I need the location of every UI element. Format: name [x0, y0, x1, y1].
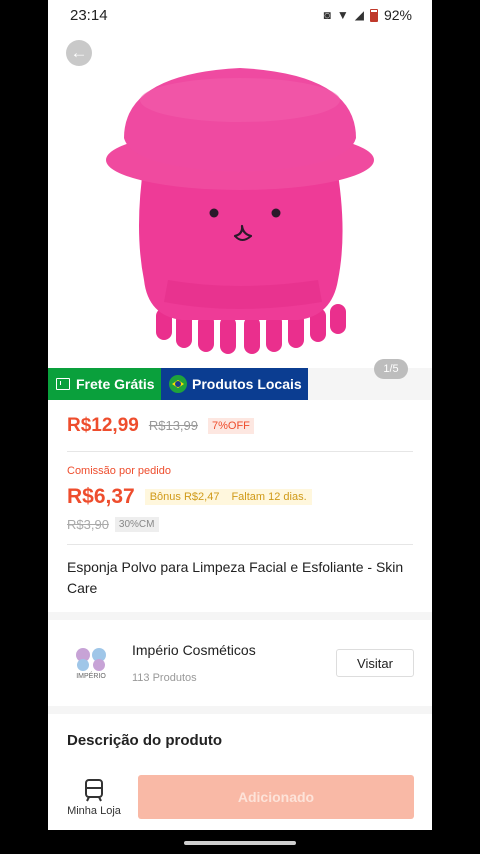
store-icon	[85, 778, 103, 801]
home-gesture-handle[interactable]	[184, 841, 296, 845]
commission-rate-row: R$3,90 30%CM	[67, 517, 413, 545]
my-store-tab[interactable]: Minha Loja	[66, 778, 122, 817]
product-image[interactable]: ← 1/5	[48, 30, 432, 379]
product-photo	[106, 68, 374, 354]
added-button[interactable]: Adicionado	[138, 775, 414, 819]
image-counter: 1/5	[374, 359, 408, 379]
wifi-icon: ▼	[336, 8, 349, 22]
bonus-chip: Bônus R$2,47 Faltam 12 dias.	[144, 489, 312, 505]
bonus-value: Bônus R$2,47	[149, 491, 220, 503]
status-bar: 23:14 ◙ ▼ ◢ 92%	[48, 0, 432, 30]
battery-icon	[369, 8, 378, 22]
discount-badge: 7%OFF	[208, 417, 254, 434]
store-product-count: 113 Produtos	[132, 672, 197, 684]
status-icons: ◙ ▼ ◢ 92%	[324, 7, 412, 23]
status-time: 23:14	[70, 6, 108, 24]
current-price: R$12,99	[67, 414, 139, 436]
bottom-action-bar: Minha Loja Adicionado	[48, 764, 432, 830]
product-title: Esponja Polvo para Limpeza Facial e Esfo…	[67, 559, 404, 596]
system-navigation-bar	[0, 830, 480, 854]
my-store-label: Minha Loja	[67, 804, 121, 817]
commission-rate: 30%CM	[114, 517, 159, 532]
arrow-left-icon: ←	[70, 43, 88, 62]
commission-original: R$3,90	[67, 517, 109, 532]
commission-row: R$6,37 Bônus R$2,47 Faltam 12 dias.	[67, 485, 413, 509]
cast-icon: ◙	[323, 8, 331, 22]
back-button[interactable]: ←	[66, 40, 92, 66]
commission-value: R$6,37	[67, 485, 135, 508]
brazil-flag-icon	[169, 375, 187, 393]
shipping-icon	[56, 378, 70, 390]
free-shipping-label: Frete Grátis	[76, 376, 155, 392]
original-price: R$13,99	[148, 418, 198, 433]
store-name[interactable]: Império Cosméticos	[132, 642, 336, 658]
price-info-card: R$12,99 R$13,99 7%OFF Comissão por pedid…	[48, 400, 432, 612]
days-left: Faltam 12 dias.	[231, 491, 307, 503]
battery-level: 92%	[383, 7, 412, 23]
local-products-label: Produtos Locais	[192, 376, 302, 392]
description-section: Descrição do produto	[48, 714, 432, 764]
price-row: R$12,99 R$13,99 7%OFF	[67, 400, 413, 452]
signal-icon: ◢	[354, 8, 364, 22]
product-badges: Frete Grátis Produtos Locais	[48, 368, 308, 400]
store-info: Império Cosméticos 113 Produtos	[132, 642, 336, 684]
store-card[interactable]: IMPÉRIO Império Cosméticos 113 Produtos …	[48, 620, 432, 706]
store-logo[interactable]: IMPÉRIO	[66, 638, 116, 688]
commission-label: Comissão por pedido	[67, 465, 171, 477]
store-logo-text: IMPÉRIO	[76, 673, 106, 680]
product-screen: ← 1/5 Frete Grátis Produtos Locais R$12,…	[48, 30, 432, 830]
description-title: Descrição do produto	[67, 732, 223, 749]
local-products-badge: Produtos Locais	[161, 368, 308, 400]
free-shipping-badge: Frete Grátis	[48, 368, 161, 400]
visit-store-button[interactable]: Visitar	[336, 649, 414, 677]
store-logo-icon	[76, 648, 106, 671]
